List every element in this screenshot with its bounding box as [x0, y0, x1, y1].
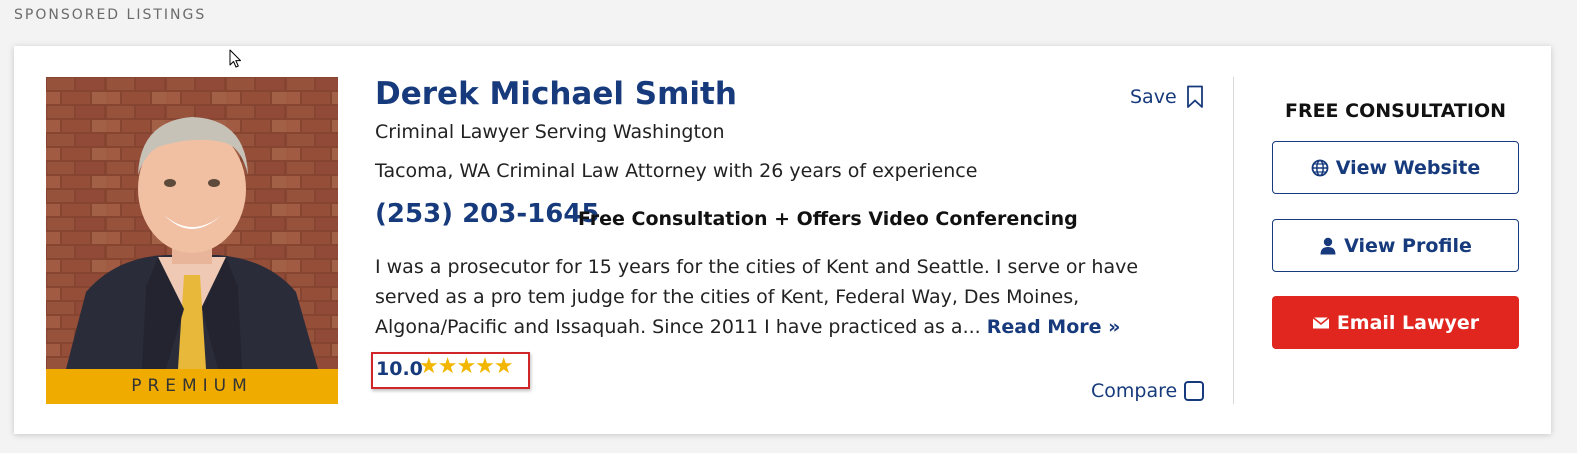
- user-icon: [1319, 237, 1337, 255]
- bookmark-icon[interactable]: [1186, 85, 1204, 109]
- rating-stars: ★★★★★: [419, 354, 514, 379]
- section-label: SPONSORED LISTINGS: [14, 7, 207, 23]
- vertical-divider: [1233, 77, 1234, 404]
- rating-value: 10.0: [376, 358, 423, 380]
- envelope-icon: [1312, 314, 1330, 332]
- save-label[interactable]: Save: [1130, 86, 1177, 108]
- mouse-cursor-icon: [229, 49, 241, 68]
- premium-badge: PREMIUM: [46, 369, 338, 404]
- compare-checkbox[interactable]: [1184, 381, 1204, 401]
- lawyer-subtitle: Criminal Lawyer Serving Washington: [375, 121, 725, 143]
- view-website-label: View Website: [1335, 156, 1481, 179]
- rating-highlight: 10.0 ★★★★★: [371, 352, 530, 389]
- lawyer-photo-container[interactable]: PREMIUM: [46, 77, 338, 404]
- email-lawyer-button[interactable]: Email Lawyer: [1272, 296, 1519, 349]
- lawyer-photo[interactable]: [46, 77, 338, 369]
- view-website-button[interactable]: View Website: [1272, 141, 1519, 194]
- view-profile-button[interactable]: View Profile: [1272, 219, 1519, 272]
- lawyer-location: Tacoma, WA Criminal Law Attorney with 26…: [375, 160, 978, 182]
- listing-card: PREMIUM Derek Michael Smith Criminal Law…: [14, 46, 1551, 434]
- free-consultation-heading: FREE CONSULTATION: [1284, 100, 1507, 122]
- consultation-info: Free Consultation + Offers Video Confere…: [578, 208, 1078, 230]
- lawyer-bio: I was a prosecutor for 15 years for the …: [375, 252, 1195, 342]
- compare-label[interactable]: Compare: [1091, 380, 1177, 402]
- view-profile-label: View Profile: [1344, 234, 1472, 257]
- read-more-link[interactable]: Read More »: [987, 316, 1121, 338]
- lawyer-name[interactable]: Derek Michael Smith: [375, 76, 737, 112]
- globe-icon: [1311, 159, 1329, 177]
- email-lawyer-label: Email Lawyer: [1336, 311, 1480, 334]
- phone-number[interactable]: (253) 203-1645: [375, 199, 600, 229]
